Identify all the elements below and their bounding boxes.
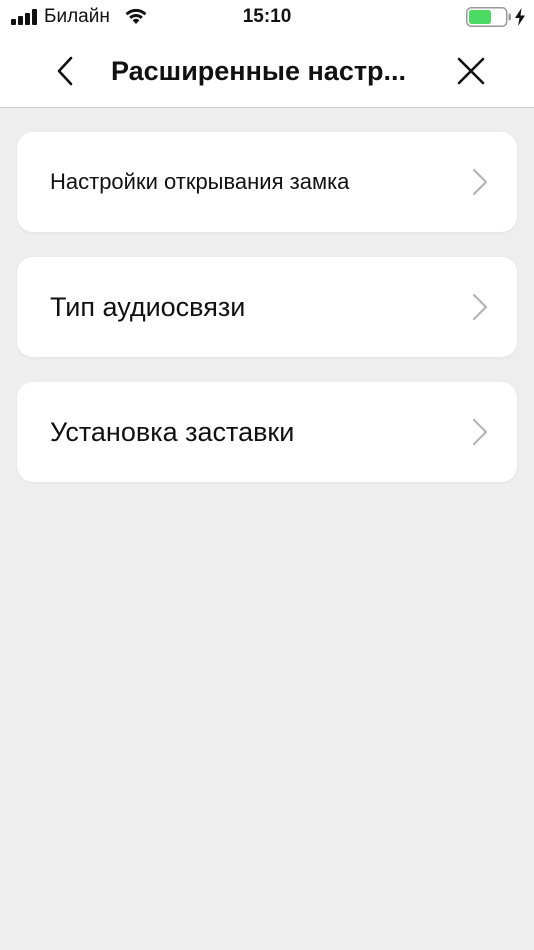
charging-bolt-icon — [515, 8, 525, 26]
status-time: 15:10 — [242, 6, 292, 27]
back-button[interactable] — [44, 50, 86, 92]
status-bar: Билайн 15:10 — [0, 0, 534, 36]
chevron-right-icon — [472, 293, 488, 321]
page-title: Расширенные настр... — [111, 56, 407, 86]
close-icon — [457, 57, 485, 85]
top-bar: Билайн 15:10 Расширенные настр... — [0, 0, 534, 108]
chevron-left-icon — [57, 56, 73, 86]
menu-item-label: Установка заставки — [50, 416, 295, 447]
menu-item-label: Тип аудиосвязи — [50, 291, 246, 322]
settings-menu: Настройки открывания замка Тип аудиосвяз… — [17, 132, 517, 507]
battery-icon — [466, 7, 511, 27]
menu-item-audio-type[interactable]: Тип аудиосвязи — [17, 257, 517, 357]
close-button[interactable] — [450, 50, 492, 92]
menu-item-lock-opening-settings[interactable]: Настройки открывания замка — [17, 132, 517, 232]
chevron-right-icon — [472, 418, 488, 446]
menu-item-screensaver-setup[interactable]: Установка заставки — [17, 382, 517, 482]
chevron-right-icon — [472, 168, 488, 196]
menu-item-label: Настройки открывания замка — [50, 169, 350, 194]
